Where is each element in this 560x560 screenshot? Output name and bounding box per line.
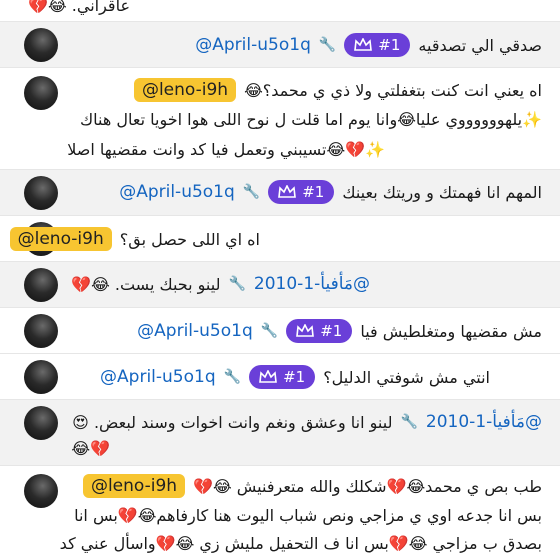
message-line: ✨يلهووووووي عليا😂وانا يوم اما قلت ل نوح … <box>79 110 542 129</box>
crown-icon <box>354 38 373 51</box>
message-text: مش مقضيها ومتغلطيش فيا <box>360 321 542 341</box>
message-text: المهم انا فهمتك و وريتك بعينك <box>342 182 542 202</box>
message-item: صدقي الي تصدقيه #1 🔧 @April-u5o1q <box>0 22 560 68</box>
crown-icon <box>278 185 297 198</box>
message-line: بصدق ب مزاجي 😂💔بس انا ف التحفيل مليش زي … <box>59 534 542 553</box>
message-item: اه اي اللى حصل بق؟ @leno-i9h <box>0 216 560 262</box>
avatar[interactable] <box>24 268 58 302</box>
message-text: طب بص ي محمد😂💔شكلك والله متعرفنيش 😂💔 <box>193 476 542 496</box>
rank-badge: #1 <box>344 33 411 57</box>
wrench-icon: 🔧 <box>228 276 246 292</box>
rank-badge: #1 <box>268 180 335 204</box>
user-handle[interactable]: @April-u5o1q <box>100 367 216 387</box>
user-handle[interactable]: @مَأفيأ-1-2010 <box>254 274 370 294</box>
user-handle[interactable]: @April-u5o1q <box>195 35 311 55</box>
message-text: انتي مش شوفتي الدليل؟ <box>323 367 490 387</box>
user-handle[interactable]: @leno-i9h <box>9 227 112 251</box>
message-text: اه يعني انت كنت بتغفلتي ولا ذي ي محمد؟😂 <box>244 80 542 100</box>
message-item: عاقرأني. 😂💔 <box>0 0 560 22</box>
user-handle[interactable]: @April-u5o1q <box>137 321 253 341</box>
avatar[interactable] <box>24 176 58 210</box>
avatar[interactable] <box>24 360 58 394</box>
message-line: ✨💔😂تسيبني وتعمل فيا كد وانت مقضيها اصلا <box>67 140 385 159</box>
avatar[interactable] <box>24 474 58 508</box>
avatar[interactable] <box>24 28 58 62</box>
message-text: صدقي الي تصدقيه <box>418 35 542 55</box>
avatar[interactable] <box>24 406 58 440</box>
message-item: اه يعني انت كنت بتغفلتي ولا ذي ي محمد؟😂 … <box>0 68 560 170</box>
user-handle[interactable]: @leno-i9h <box>82 474 186 498</box>
message-item: @مَأفيأ-1-2010 🔧 لينو بحبك يست. 😂💔 <box>0 262 560 308</box>
wrench-icon: 🔧 <box>318 37 337 53</box>
message-line: بس انا جدعه اوي ي مزاجي ونص شباب اليوت ه… <box>74 506 542 525</box>
message-text: لينو انا وعشق ونغم وانت اخوات وسند لبعض.… <box>72 412 393 432</box>
rank-badge: #1 <box>249 365 316 389</box>
message-text: اه اي اللى حصل بق؟ <box>119 229 260 249</box>
wrench-icon: 🔧 <box>400 414 418 430</box>
avatar[interactable] <box>24 314 58 348</box>
wrench-icon: 🔧 <box>223 369 242 385</box>
message-item: مش مقضيها ومتغلطيش فيا #1 🔧 @April-u5o1q <box>0 308 560 354</box>
rank-badge: #1 <box>286 319 353 343</box>
wrench-icon: 🔧 <box>242 184 261 200</box>
user-handle[interactable]: @leno-i9h <box>133 78 237 102</box>
message-text: عاقرأني. 😂💔 <box>28 0 130 15</box>
message-text: لينو بحبك يست. 😂💔 <box>71 274 221 294</box>
message-item: @مَأفيأ-1-2010 🔧 لينو انا وعشق ونغم وانت… <box>0 400 560 466</box>
crown-icon <box>259 370 277 383</box>
user-handle[interactable]: @مَأفيأ-1-2010 <box>426 412 542 432</box>
avatar[interactable] <box>24 76 58 110</box>
message-item: انتي مش شوفتي الدليل؟ #1 🔧 @April-u5o1q <box>0 354 560 400</box>
message-item: المهم انا فهمتك و وريتك بعينك #1 🔧 @Apri… <box>0 170 560 216</box>
wrench-icon: 🔧 <box>260 323 279 339</box>
message-item: طب بص ي محمد😂💔شكلك والله متعرفنيش 😂💔 @le… <box>0 466 560 560</box>
message-line: 💔😂 <box>71 439 110 458</box>
crown-icon <box>296 324 315 337</box>
user-handle[interactable]: @April-u5o1q <box>119 182 235 202</box>
